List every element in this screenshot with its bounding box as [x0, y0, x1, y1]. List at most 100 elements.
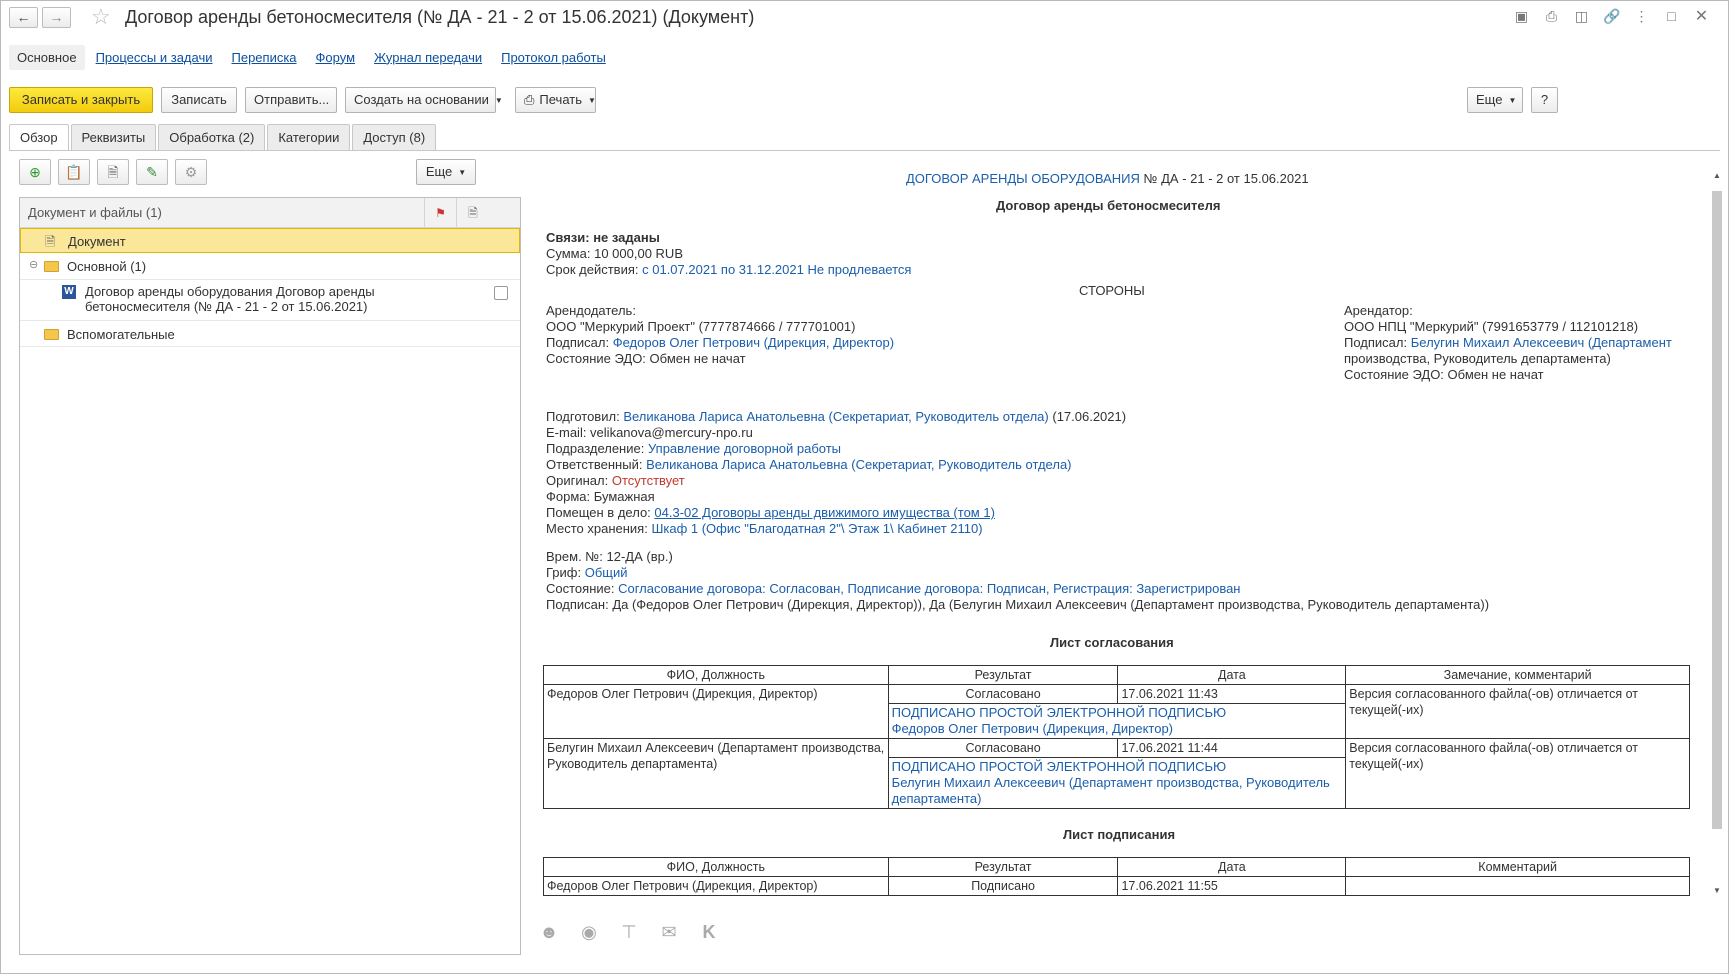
tree-row-aux[interactable]: Вспомогательные — [20, 321, 520, 347]
scrollbar[interactable] — [1712, 191, 1722, 829]
maximize-icon[interactable]: □ — [1663, 8, 1680, 25]
chevron-down-icon: ▼ — [458, 167, 467, 177]
edit-icon[interactable]: ✎ — [136, 159, 168, 185]
users-icon[interactable]: ☻ — [538, 921, 560, 943]
sum-value: 10 000,00 RUB — [594, 246, 683, 261]
approval-comment: Версия согласованного файла(-ов) отличае… — [1345, 684, 1690, 739]
more-button[interactable]: Еще ▼ — [1467, 87, 1523, 113]
landlord-org-link[interactable]: ООО "Меркурий Проект" (7777874666 / 7777… — [546, 319, 855, 335]
doc-header-line: ДОГОВОР АРЕНДЫ ОБОРУДОВАНИЯ № ДА - 21 - … — [906, 171, 1309, 186]
tree-row-main[interactable]: ⊖ Основной (1) — [20, 253, 520, 280]
nav-work-log[interactable]: Протокол работы — [493, 45, 614, 70]
send-button[interactable]: Отправить... — [245, 87, 337, 113]
case-line: Помещен в дело: 04.3-02 Договоры аренды … — [546, 505, 995, 521]
print-button[interactable]: ⎙ Печать ▼ — [515, 87, 596, 113]
close-icon[interactable]: ✕ — [1693, 8, 1710, 25]
approval-result: Согласовано — [887, 684, 1119, 704]
menu-dots-icon[interactable]: ⋮ — [1633, 8, 1650, 25]
term-label: Срок действия: — [546, 262, 639, 277]
tab-access[interactable]: Доступ (8) — [352, 124, 437, 150]
stamp-circle-icon[interactable]: ◉ — [578, 921, 600, 943]
temp-line: Врем. №: 12-ДА (вр.) — [546, 549, 673, 565]
tabs-divider — [9, 150, 1720, 151]
state-link[interactable]: Согласование договора: Согласован, Подпи… — [618, 581, 1240, 596]
save-disk-icon[interactable]: ▣ — [1513, 8, 1530, 25]
col-header: Результат — [887, 857, 1119, 877]
print-icon[interactable]: ⎙ — [1543, 8, 1560, 25]
k-logo-icon[interactable]: K — [698, 921, 720, 943]
tab-overview[interactable]: Обзор — [9, 124, 69, 151]
save-and-close-button[interactable]: Записать и закрыть — [9, 87, 153, 113]
form-tabs: Обзор Реквизиты Обработка (2) Категории … — [9, 124, 438, 151]
orig-value: Отсутствует — [611, 473, 685, 488]
collapse-icon[interactable]: ⊖ — [29, 258, 38, 271]
file-name-line2: бетоносмесителя (№ ДА - 21 - 2 от 15.06.… — [85, 299, 368, 314]
nav-forum[interactable]: Форум — [308, 45, 364, 70]
signing-result: Подписано — [887, 876, 1119, 896]
landlord-edo-label: Состояние ЭДО: — [546, 351, 646, 366]
favorite-star-icon[interactable]: ☆ — [91, 4, 111, 30]
word-file-icon: W — [62, 285, 76, 299]
storage-link[interactable]: Шкаф 1 (Офис "Благодатная 2"\ Этаж 1\ Ка… — [651, 521, 982, 536]
stamp-icon[interactable]: ⚙ — [175, 159, 207, 185]
save-button[interactable]: Записать — [161, 87, 237, 113]
tenant-signed-label: Подписал: — [1344, 335, 1408, 350]
signature-stamp[interactable]: ПОДПИСАНО ПРОСТОЙ ЭЛЕКТРОННОЙ ПОДПИСЬЮ Фе… — [887, 703, 1347, 739]
table-row: Белугин Михаил Алексеевич (Департамент п… — [543, 738, 1690, 809]
tree-row-document[interactable]: 🗎 Документ — [20, 228, 520, 253]
col-header: ФИО, Должность — [543, 857, 889, 877]
chevron-down-icon: ▼ — [588, 95, 596, 105]
term-value[interactable]: с 01.07.2021 по 31.12.2021 Не продлевает… — [642, 262, 911, 277]
document-icon: 🗎 — [45, 234, 56, 249]
scroll-up-icon[interactable]: ▲ — [1713, 171, 1721, 180]
grif-link[interactable]: Общий — [585, 565, 628, 580]
case-link[interactable]: 04.3-02 Договоры аренды движимого имущес… — [654, 505, 995, 520]
nav-main[interactable]: Основное — [9, 44, 85, 70]
nav-correspondence[interactable]: Переписка — [224, 45, 305, 70]
signature-column-icon[interactable]: ⚑ — [424, 198, 456, 228]
chevron-down-icon: ▼ — [494, 95, 503, 105]
tenant-org-link[interactable]: ООО НПЦ "Меркурий" (7991653779 / 1121012… — [1344, 319, 1638, 335]
files-more-button[interactable]: Еще ▼ — [416, 159, 476, 185]
tab-processing[interactable]: Обработка (2) — [158, 124, 266, 150]
preview-icon[interactable]: ◫ — [1573, 8, 1590, 25]
link-icon[interactable]: 🔗 — [1603, 8, 1620, 25]
col-header: Комментарий — [1345, 857, 1690, 877]
tenant-signed-link-cont[interactable]: производства, Руководитель департамента) — [1344, 351, 1611, 367]
links-status[interactable]: Связи: не заданы — [546, 230, 660, 246]
back-arrow-icon[interactable]: ← — [9, 7, 38, 28]
tree-row-file[interactable]: W Договор аренды оборудования Договор ар… — [20, 280, 520, 321]
forward-arrow-icon[interactable]: → — [42, 7, 71, 28]
print-label: Печать — [539, 92, 582, 107]
sum-label: Сумма: — [546, 246, 591, 261]
signature-stamp[interactable]: ПОДПИСАНО ПРОСТОЙ ЭЛЕКТРОННОЙ ПОДПИСЬЮ Бе… — [887, 757, 1347, 809]
prepared-link[interactable]: Великанова Лариса Анатольевна (Секретари… — [623, 409, 1048, 424]
tab-requisites[interactable]: Реквизиты — [70, 124, 157, 150]
nav-transfer-log[interactable]: Журнал передачи — [366, 45, 490, 70]
tab-categories[interactable]: Категории — [267, 124, 351, 150]
tenant-signed-link[interactable]: Белугин Михаил Алексеевич (Департамент — [1411, 335, 1672, 350]
landlord-signed-link[interactable]: Федоров Олег Петрович (Дирекция, Директо… — [613, 335, 894, 350]
create-based-on-button[interactable]: Создать на основании ▼ — [345, 87, 503, 113]
scroll-down-icon[interactable]: ▼ — [1713, 886, 1721, 895]
printer-icon: ⎙ — [524, 92, 535, 107]
signing-date: 17.06.2021 11:55 — [1117, 876, 1347, 896]
comments-icon[interactable]: ✉ — [658, 921, 680, 943]
file-column-icon[interactable]: 🗎 — [456, 198, 489, 228]
tenant-edo-line: Состояние ЭДО: Обмен не начат — [1344, 367, 1544, 383]
landlord-signed-line: Подписал: Федоров Олег Петрович (Дирекци… — [546, 335, 894, 351]
nav-processes[interactable]: Процессы и задачи — [88, 45, 221, 70]
signer-name: Федоров Олег Петрович (Дирекция, Директо… — [543, 876, 889, 896]
doc-type-link[interactable]: ДОГОВОР АРЕНДЫ ОБОРУДОВАНИЯ — [906, 171, 1140, 186]
state-line: Состояние: Согласование договора: Соглас… — [546, 581, 1241, 597]
resp-link[interactable]: Великанова Лариса Анатольевна (Секретари… — [646, 457, 1071, 472]
tenant-label: Арендатор: — [1344, 303, 1413, 318]
hierarchy-icon[interactable]: ⊤ — [618, 921, 640, 943]
new-file-icon[interactable]: 🗎 — [97, 159, 129, 185]
help-button[interactable]: ? — [1531, 87, 1558, 113]
approval-header-row: ФИО, Должность Результат Дата Замечание,… — [543, 665, 1690, 685]
add-icon[interactable]: ⊕ — [19, 159, 51, 185]
paste-icon[interactable]: 📋 — [58, 159, 90, 185]
dept-link[interactable]: Управление договорной работы — [648, 441, 841, 456]
file-checkbox[interactable] — [494, 286, 508, 300]
